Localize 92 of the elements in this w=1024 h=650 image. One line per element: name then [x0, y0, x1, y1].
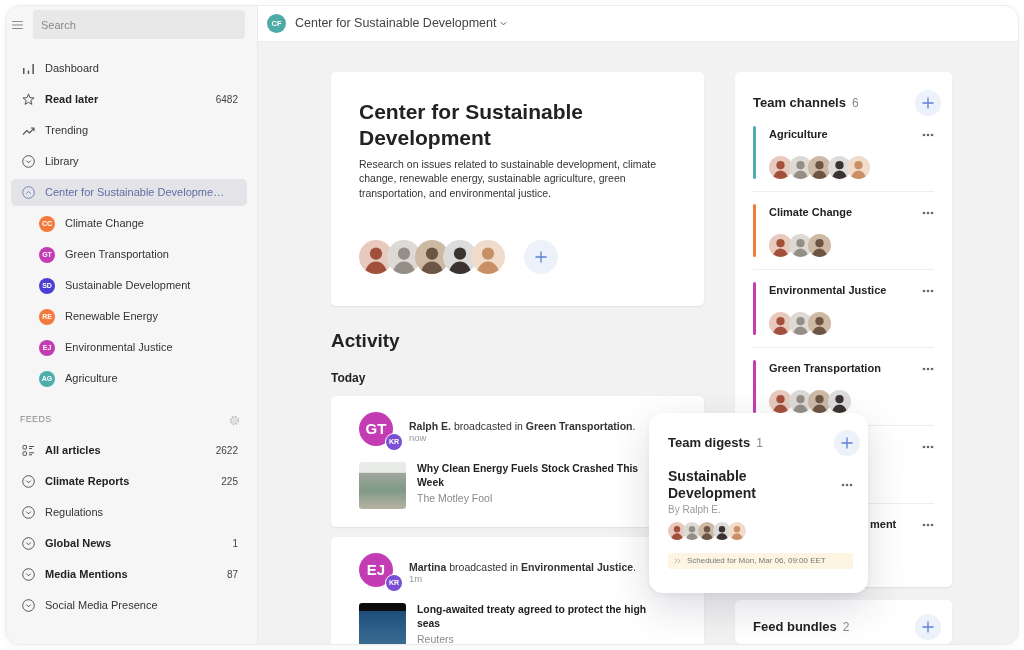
avatar-icon [769, 156, 792, 179]
author-text: By Ralph E. [668, 503, 722, 516]
unread-count: 87 [226, 568, 238, 582]
item-count: 2 [842, 619, 850, 636]
trending-icon [22, 124, 35, 137]
card-title: Team channels [753, 94, 846, 113]
chevron-down-icon[interactable] [22, 568, 35, 581]
description-text: Research on issues related to sustainable development, climate change, renewable energy, sustainable agriculture, green transportation, and environmental justice. [359, 157, 658, 200]
sidebar-item[interactable]: All articles 2622 [11, 437, 247, 464]
channel-name[interactable]: ment [870, 516, 897, 533]
avatar-icon [827, 390, 851, 413]
section-label: FEEDS [20, 413, 52, 427]
article-title[interactable]: Long-awaited treaty agreed to protect the high seas [417, 602, 649, 631]
unread-count: 2622 [215, 444, 238, 458]
avatar-icon [728, 522, 746, 540]
avatar-icon [788, 312, 812, 335]
unread-count: 1 [232, 537, 238, 551]
avatar-icon [788, 234, 812, 257]
article-source: The Motley Fool [417, 490, 494, 505]
avatar-icon [827, 156, 851, 179]
list-icon [22, 444, 35, 457]
sidebar-item[interactable]: Media Mentions 87 [11, 561, 247, 588]
sidebar-item[interactable]: Regulations [11, 499, 247, 526]
group-heading: Today [331, 369, 367, 386]
double-chevron-icon [674, 558, 681, 564]
more-icon[interactable] [922, 288, 934, 293]
plus-icon [922, 621, 934, 633]
search-field[interactable]: Search [33, 10, 245, 39]
star-icon [22, 93, 35, 106]
sidebar-item[interactable]: Read later 6482 [11, 86, 247, 113]
chevron-down-icon[interactable] [22, 537, 35, 550]
unread-count: 225 [221, 475, 238, 489]
article-title[interactable]: Why Clean Energy Fuels Stock Crashed This Week [417, 461, 649, 490]
schedule-text: Scheduled for Mon, Mar 06, 09:00 EET [687, 555, 826, 567]
channel-name[interactable]: Climate Change [769, 204, 853, 221]
more-icon[interactable] [922, 366, 934, 371]
sidebar-item[interactable]: Dashboard [11, 55, 247, 82]
avatar-icon [808, 312, 831, 335]
avatar-icon [788, 390, 812, 413]
avatar-icon [471, 239, 505, 274]
avatar-icon [769, 390, 792, 413]
chevron-up-icon[interactable] [22, 186, 35, 199]
avatar-icon [847, 156, 870, 179]
add-button[interactable] [915, 90, 941, 116]
workspace-switcher[interactable]: Center for Sustainable Development [295, 14, 507, 33]
card-title: Team digests [668, 434, 751, 453]
avatar-icon [808, 390, 831, 413]
chevron-down-icon[interactable] [22, 155, 35, 168]
plus-icon [841, 437, 853, 449]
channel-name[interactable]: Environmental Justice [769, 282, 887, 299]
add-button[interactable] [834, 430, 860, 456]
chevron-down-icon[interactable] [22, 506, 35, 519]
avatar-icon [769, 234, 792, 257]
avatar-icon [808, 156, 831, 179]
unread-count: 6482 [215, 93, 238, 107]
menu-icon[interactable] [12, 20, 23, 29]
bar-chart-icon [22, 62, 35, 75]
more-icon[interactable] [922, 522, 934, 527]
item-count: 6 [851, 95, 859, 112]
photo-placeholder [359, 602, 406, 644]
sidebar-item[interactable]: Global News 1 [11, 530, 247, 557]
photo-placeholder [359, 461, 406, 509]
sidebar-item[interactable]: Social Media Presence [11, 592, 247, 619]
chevron-down-icon[interactable] [22, 599, 35, 612]
avatar-icon [788, 156, 812, 179]
caret-down-icon [499, 21, 507, 26]
sidebar-item[interactable]: Library [11, 148, 247, 175]
activity-text: Ralph E. broadcasted in Green Transportation. [409, 419, 636, 432]
add-button[interactable] [915, 614, 941, 640]
avatar-icon [808, 234, 831, 257]
timestamp: now [409, 431, 427, 444]
more-icon[interactable] [922, 444, 934, 449]
digest-title[interactable]: Sustainable Development [668, 468, 833, 502]
sidebar-item[interactable]: Climate Reports 225 [11, 468, 247, 495]
plus-icon [535, 250, 547, 263]
avatar-icon [769, 312, 792, 335]
sidebar-item[interactable]: Trending [11, 117, 247, 144]
channel-name[interactable]: Agriculture [769, 126, 828, 143]
sidebar-item[interactable]: Center for Sustainable Developme… [11, 179, 247, 206]
card-title: Feed bundles [753, 618, 837, 637]
plus-icon [922, 97, 934, 109]
section-heading: Activity [331, 329, 401, 352]
article-source: Reuters [417, 631, 455, 644]
more-icon[interactable] [841, 483, 853, 487]
chevron-down-icon[interactable] [22, 475, 35, 488]
page-title: Center for Sustainable Development [359, 99, 585, 151]
item-count: 1 [756, 435, 763, 452]
activity-text: Martina broadcasted in Environmental Justice. [409, 560, 637, 573]
more-icon[interactable] [922, 132, 934, 137]
timestamp: 1m [409, 572, 424, 585]
more-icon[interactable] [922, 210, 934, 215]
channel-name[interactable]: Green Transportation [769, 360, 881, 377]
